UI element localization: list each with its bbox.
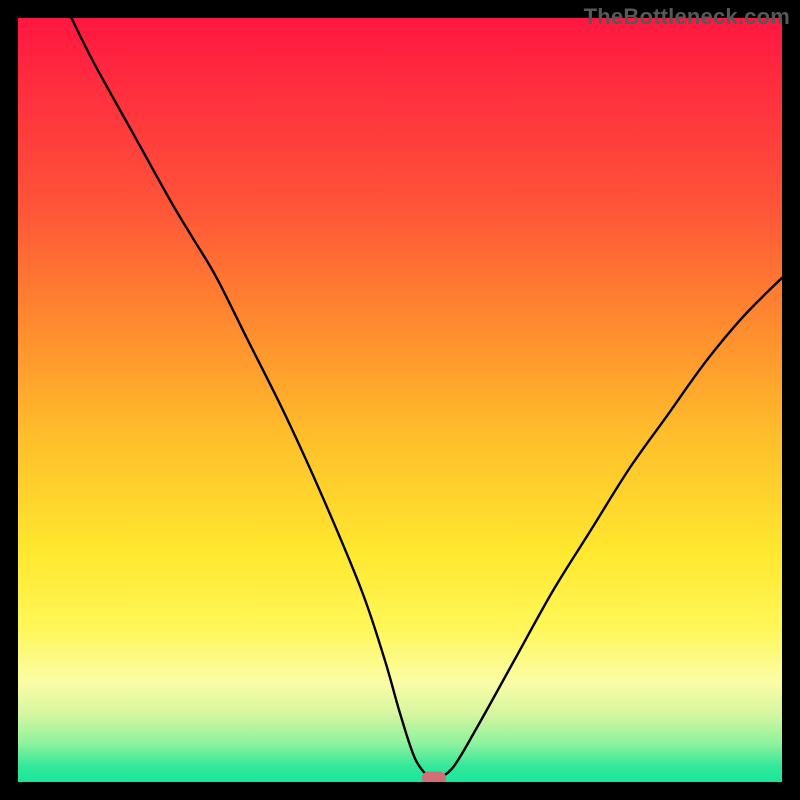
watermark-text: TheBottleneck.com — [584, 4, 790, 30]
plot-area — [18, 18, 782, 782]
chart-frame: TheBottleneck.com — [0, 0, 800, 800]
bottleneck-curve — [18, 18, 782, 782]
optimal-marker — [422, 772, 446, 782]
